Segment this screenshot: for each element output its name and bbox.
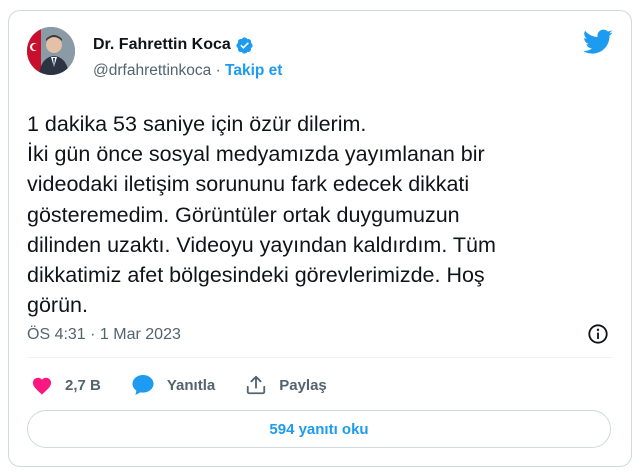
verified-badge-icon (235, 36, 254, 55)
share-label: Paylaş (279, 376, 327, 394)
tweet-text: 1 dakika 53 saniye için özür dilerim. İk… (27, 112, 496, 318)
likes-count: 2,7 B (65, 376, 101, 394)
twitter-bird-icon[interactable] (583, 29, 613, 55)
share-button[interactable]: Paylaş (245, 374, 327, 396)
share-icon (247, 375, 266, 395)
action-bar: 2,7 B Yanıtla Paylaş (31, 373, 357, 397)
read-replies-label: 594 yanıtı oku (269, 420, 369, 438)
reply-button[interactable]: Yanıtla (131, 374, 215, 396)
tweet-time[interactable]: ÖS 4:31 (27, 326, 86, 343)
author-name-row[interactable]: Dr. Fahrettin Koca (93, 35, 254, 55)
tweet-date[interactable]: 1 Mar 2023 (100, 326, 181, 343)
follow-button[interactable]: Takip et (225, 62, 282, 79)
tweet-card: Dr. Fahrettin Koca @drfahrettinkoca · Ta… (8, 10, 632, 467)
heart-icon (32, 377, 52, 395)
author-handle[interactable]: @drfahrettinkoca (93, 62, 211, 79)
divider (27, 357, 613, 358)
date-separator: · (85, 326, 100, 343)
tweet-timestamp[interactable]: ÖS 4:31 · 1 Mar 2023 (27, 325, 181, 345)
reply-icon (132, 375, 154, 395)
handle-row: @drfahrettinkoca · Takip et (93, 61, 282, 81)
reply-label: Yanıtla (166, 376, 216, 394)
info-icon[interactable] (587, 323, 609, 345)
separator-dot: · (211, 62, 226, 79)
read-replies-button[interactable]: 594 yanıtı oku (27, 410, 611, 448)
author-name[interactable]: Dr. Fahrettin Koca (93, 35, 231, 55)
avatar[interactable] (27, 27, 75, 75)
like-button[interactable]: 2,7 B (31, 375, 101, 395)
